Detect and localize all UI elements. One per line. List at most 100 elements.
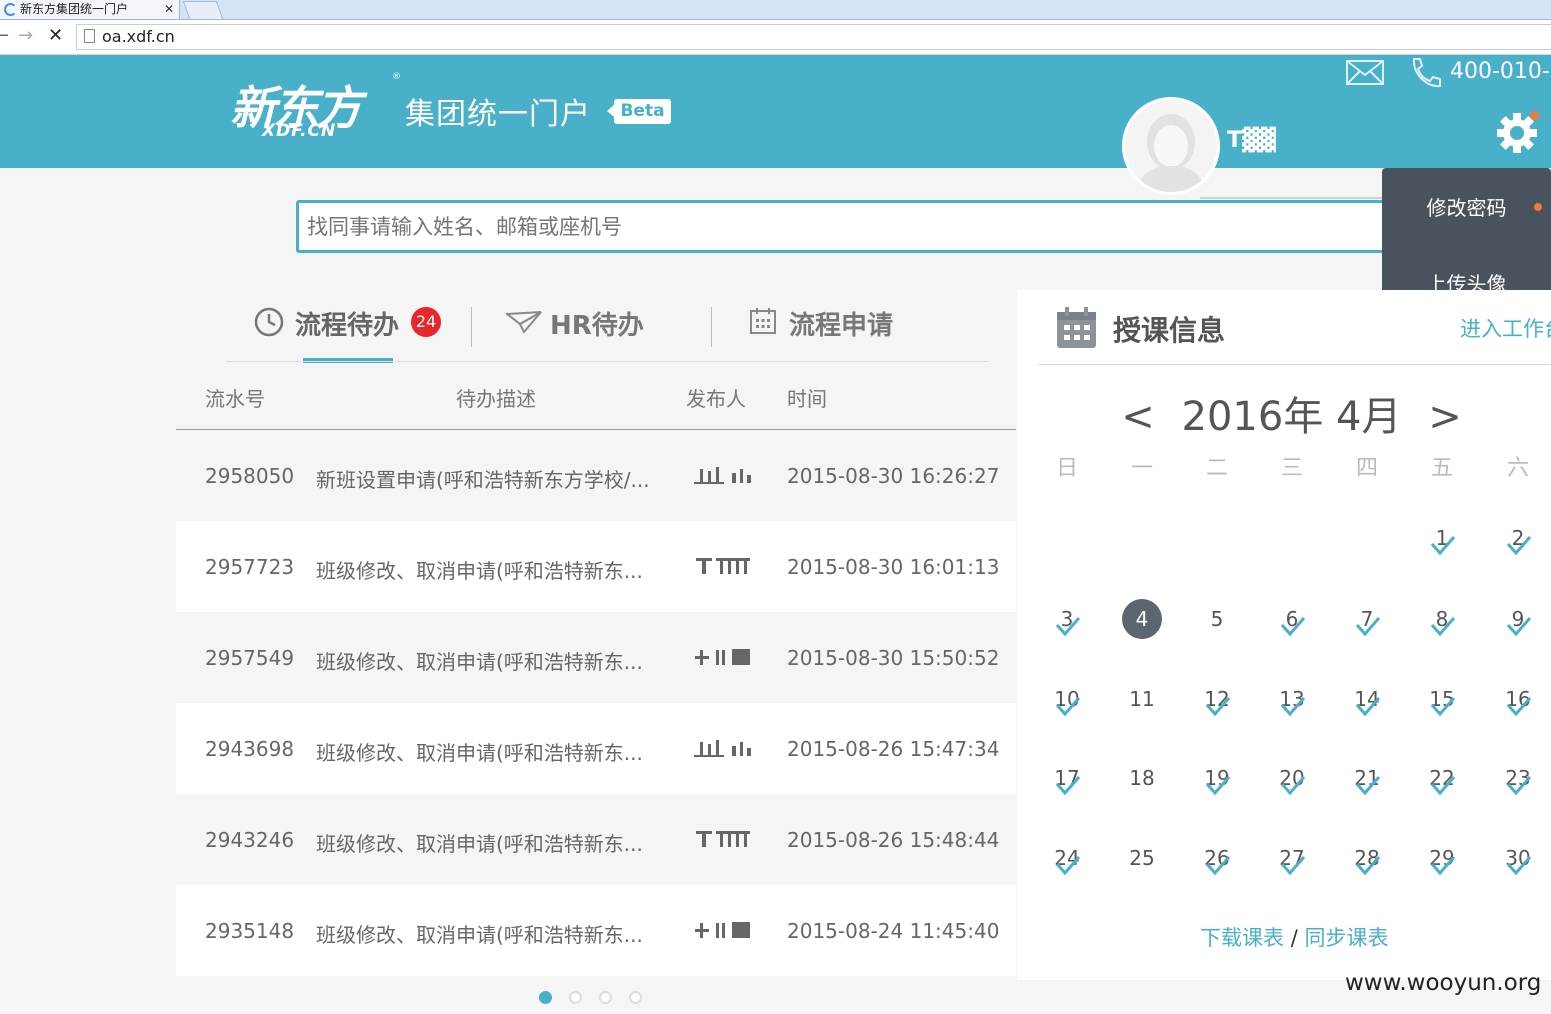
checkmark-icon <box>1355 856 1381 876</box>
row-description[interactable]: 班级修改、取消申请(呼和浩特新东... <box>316 919 643 948</box>
calendar-day[interactable]: 23 <box>1498 758 1538 798</box>
row-time: 2015-08-26 15:48:44 <box>787 828 1000 852</box>
page-dot-1[interactable] <box>539 991 552 1004</box>
calendar-day[interactable]: 4 <box>1122 599 1162 639</box>
row-description[interactable]: 班级修改、取消申请(呼和浩特新东... <box>316 828 643 857</box>
logo-registered-mark: ® <box>392 72 401 82</box>
table-row[interactable]: 2957549 班级修改、取消申请(呼和浩特新东... 2015-08-30 1… <box>176 612 1016 703</box>
row-description[interactable]: 班级修改、取消申请(呼和浩特新东... <box>316 646 643 675</box>
table-row[interactable]: 2957723 班级修改、取消申请(呼和浩特新东... 2015-08-30 1… <box>176 521 1016 612</box>
download-schedule-link[interactable]: 下载课表 <box>1200 926 1284 950</box>
divider <box>1200 197 1400 199</box>
calendar-day[interactable]: 8 <box>1422 599 1462 639</box>
calendar-day[interactable]: 10 <box>1047 679 1087 719</box>
username[interactable]: T▓▓ <box>1227 128 1276 153</box>
checkmark-icon <box>1355 776 1381 796</box>
page-dot-4[interactable] <box>629 991 642 1004</box>
footer-separator: / <box>1290 926 1298 950</box>
table-row[interactable]: 2943246 班级修改、取消申请(呼和浩特新东... 2015-08-26 1… <box>176 794 1016 885</box>
calendar-icon <box>750 308 776 334</box>
tab-workflow-todo[interactable]: 流程待办 <box>295 305 399 342</box>
day-number: 5 <box>1210 607 1224 631</box>
calendar-day[interactable]: 24 <box>1047 838 1087 878</box>
tab-hr-todo[interactable]: HR待办 <box>550 305 644 342</box>
phone-icon <box>1412 58 1441 88</box>
calendar-day[interactable]: 28 <box>1347 838 1387 878</box>
calendar-day[interactable]: 26 <box>1197 838 1237 878</box>
redacted-publisher <box>696 558 750 574</box>
table-row[interactable]: 2943698 班级修改、取消申请(呼和浩特新东... 2015-08-26 1… <box>176 703 1016 794</box>
calendar-day[interactable]: 21 <box>1347 758 1387 798</box>
todo-count-badge: 24 <box>411 307 441 337</box>
checkmark-icon <box>1355 697 1381 717</box>
calendar-day[interactable]: 2 <box>1498 518 1538 558</box>
calendar-footer: 下载课表 / 同步课表 <box>1200 922 1388 952</box>
url-text[interactable]: oa.xdf.cn <box>102 27 175 46</box>
calendar-day[interactable]: 1 <box>1422 518 1462 558</box>
checkmark-icon <box>1430 617 1456 637</box>
checkmark-icon <box>1430 776 1456 796</box>
calendar-day[interactable]: 3 <box>1047 599 1087 639</box>
forward-arrow-icon[interactable]: → <box>18 25 33 46</box>
mail-icon[interactable] <box>1346 60 1384 85</box>
notification-dot <box>1530 111 1539 120</box>
next-month-button[interactable]: > <box>1428 394 1462 440</box>
close-tab-icon[interactable]: ✕ <box>164 0 174 18</box>
calendar-day[interactable]: 13 <box>1272 679 1312 719</box>
weekday-label: 一 <box>1130 456 1153 481</box>
row-description[interactable]: 班级修改、取消申请(呼和浩特新东... <box>316 737 643 766</box>
calendar-day[interactable]: 12 <box>1197 679 1237 719</box>
paper-plane-icon <box>506 311 542 334</box>
calendar-day[interactable]: 7 <box>1347 599 1387 639</box>
prev-month-button[interactable]: < <box>1121 394 1155 440</box>
calendar-day[interactable]: 5 <box>1197 599 1237 639</box>
calendar-day[interactable]: 30 <box>1498 838 1538 878</box>
calendar-day[interactable]: 14 <box>1347 679 1387 719</box>
page-dot-3[interactable] <box>599 991 612 1004</box>
calendar-day[interactable]: 17 <box>1047 758 1087 798</box>
calendar-day[interactable]: 19 <box>1197 758 1237 798</box>
address-bar[interactable] <box>76 24 1551 50</box>
colleague-search-input[interactable] <box>296 200 1396 253</box>
calendar-day[interactable]: 15 <box>1422 679 1462 719</box>
table-row[interactable]: 2958050 新班设置申请(呼和浩特新东方学校/... 2015-08-30 … <box>176 430 1016 521</box>
tab-workflow-apply[interactable]: 流程申请 <box>789 305 893 342</box>
tab-divider <box>711 307 712 347</box>
new-tab-button[interactable] <box>182 1 224 19</box>
calendar-day[interactable]: 18 <box>1122 758 1162 798</box>
calendar-day[interactable]: 11 <box>1122 679 1162 719</box>
checkmark-icon <box>1280 617 1306 637</box>
row-description[interactable]: 新班设置申请(呼和浩特新东方学校/... <box>316 464 650 493</box>
row-time: 2015-08-30 16:01:13 <box>787 555 1000 579</box>
checkmark-icon <box>1280 697 1306 717</box>
stop-loading-icon[interactable]: ✕ <box>48 25 63 46</box>
back-arrow-icon[interactable]: ← <box>0 25 9 46</box>
calendar-day[interactable]: 16 <box>1498 679 1538 719</box>
calendar-day[interactable]: 27 <box>1272 838 1312 878</box>
checkmark-icon <box>1280 776 1306 796</box>
row-description[interactable]: 班级修改、取消申请(呼和浩特新东... <box>316 555 643 584</box>
row-time: 2015-08-30 16:26:27 <box>787 464 1000 488</box>
tab-divider <box>471 307 472 347</box>
default-avatar-icon <box>1137 114 1205 192</box>
change-password-menu-item[interactable]: 修改密码 <box>1382 192 1551 221</box>
sync-schedule-link[interactable]: 同步课表 <box>1304 926 1388 950</box>
calendar-day[interactable]: 25 <box>1122 838 1162 878</box>
loading-spinner-icon <box>4 3 17 16</box>
avatar[interactable] <box>1122 97 1220 195</box>
portal-title: 集团统一门户 <box>405 97 591 132</box>
calendar-day[interactable]: 20 <box>1272 758 1312 798</box>
enter-workbench-link[interactable]: 进入工作台 <box>1460 313 1551 343</box>
checkmark-icon <box>1280 856 1306 876</box>
calendar-day[interactable]: 29 <box>1422 838 1462 878</box>
page-dot-2[interactable] <box>569 991 582 1004</box>
checkmark-icon <box>1055 697 1081 717</box>
table-row[interactable]: 2935148 班级修改、取消申请(呼和浩特新东... 2015-08-24 1… <box>176 885 1016 976</box>
browser-tab[interactable]: 新东方集团统一门户 ✕ <box>0 0 180 19</box>
calendar-day[interactable]: 22 <box>1422 758 1462 798</box>
checkmark-icon <box>1506 776 1532 796</box>
calendar-day[interactable]: 6 <box>1272 599 1312 639</box>
hotline-number: 400-010-6 <box>1450 59 1551 84</box>
calendar-day[interactable]: 9 <box>1498 599 1538 639</box>
column-header-id: 流水号 <box>205 387 265 411</box>
